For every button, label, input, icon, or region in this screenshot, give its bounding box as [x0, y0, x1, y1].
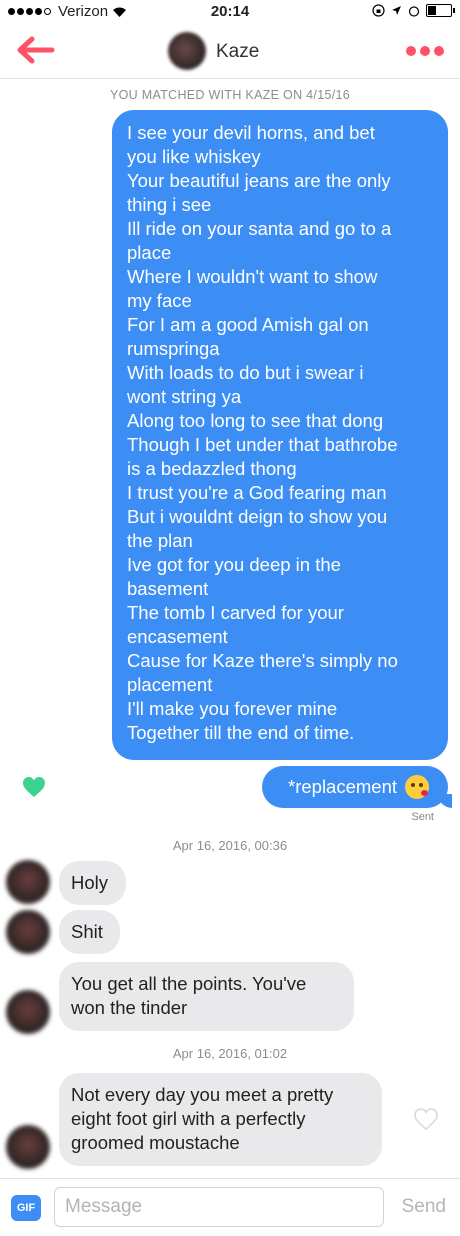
- send-button[interactable]: Send: [402, 1196, 446, 1218]
- message-line: wont string ya: [127, 386, 242, 407]
- message-line: encasement: [127, 626, 228, 647]
- contact-avatar[interactable]: [168, 32, 206, 70]
- message-line: Your beautiful jeans are the only: [127, 170, 391, 191]
- message-text: Holy: [71, 872, 109, 893]
- contact-avatar-small[interactable]: [6, 1125, 50, 1169]
- message-line: eight foot girl with a perfectly: [71, 1108, 306, 1129]
- message-line: Cause for Kaze there's simply no: [127, 650, 398, 671]
- like-heart-outline-icon[interactable]: [413, 1107, 439, 1131]
- message-line: my face: [127, 290, 192, 311]
- message-line: you like whiskey: [127, 146, 261, 167]
- contact-avatar-small[interactable]: [6, 910, 50, 954]
- message-line: You get all the points. You've: [71, 973, 307, 994]
- incoming-message[interactable]: Holy: [59, 861, 126, 905]
- message-line: thing i see: [127, 194, 212, 215]
- message-line: is a bedazzled thong: [127, 458, 297, 479]
- message-line: With loads to do but i swear i: [127, 362, 364, 383]
- message-line: groomed moustache: [71, 1132, 240, 1153]
- message-line: I trust you're a God fearing man: [127, 482, 387, 503]
- contact-avatar-small[interactable]: [6, 990, 50, 1034]
- message-line: Where I wouldn't want to show: [127, 266, 378, 287]
- message-text: Shit: [71, 921, 103, 942]
- outgoing-message-correction[interactable]: *replacement: [262, 766, 452, 808]
- message-line: won the tinder: [71, 997, 188, 1018]
- message-line: Though I bet under that bathrobe: [127, 434, 398, 455]
- match-banner: YOU MATCHED WITH KAZE ON 4/15/16: [110, 88, 350, 102]
- status-icons: [372, 4, 455, 17]
- timestamp: Apr 16, 2016, 00:36: [172, 838, 288, 853]
- contact-avatar-small[interactable]: [6, 860, 50, 904]
- rotation-lock-icon: [372, 4, 385, 17]
- message-line: rumspringa: [127, 338, 220, 359]
- gif-button[interactable]: GIF: [11, 1195, 41, 1221]
- message-line: For I am a good Amish gal on: [127, 314, 369, 335]
- message-text: *replacement: [288, 776, 398, 797]
- message-line: Ill ride on your santa and go to a: [127, 218, 392, 239]
- incoming-message[interactable]: Not every day you meet a pretty eight fo…: [59, 1073, 382, 1166]
- message-line: placement: [127, 674, 213, 695]
- message-line: I'll make you forever mine: [127, 698, 338, 719]
- timestamp: Apr 16, 2016, 01:02: [172, 1046, 288, 1061]
- message-composer: GIF Send: [0, 1178, 460, 1236]
- sent-status: Sent: [411, 811, 434, 823]
- message-line: Ive got for you deep in the: [127, 554, 341, 575]
- message-input[interactable]: [54, 1187, 384, 1227]
- incoming-message[interactable]: You get all the points. You've won the t…: [59, 962, 354, 1031]
- location-icon: [392, 6, 401, 15]
- outgoing-message-poem[interactable]: I see your devil horns, and bet you like …: [112, 110, 448, 760]
- message-line: But i wouldnt deign to show you: [127, 506, 388, 527]
- message-line: The tomb I carved for your: [127, 602, 344, 623]
- incoming-message[interactable]: Shit: [59, 910, 120, 954]
- kiss-wink-emoji-icon: [405, 775, 430, 799]
- message-line: Together till the end of time.: [127, 722, 355, 743]
- back-arrow-icon[interactable]: [16, 36, 56, 64]
- alarm-icon: [408, 5, 420, 17]
- message-line: I see your devil horns, and bet: [127, 122, 375, 143]
- battery-icon: [426, 4, 455, 17]
- contact-name[interactable]: Kaze: [216, 41, 259, 63]
- message-line: the plan: [127, 530, 193, 551]
- like-heart-icon[interactable]: [22, 776, 46, 798]
- message-line: Along too long to see that dong: [127, 410, 384, 431]
- chat-header: Kaze: [0, 24, 460, 79]
- status-bar: Verizon 20:14: [0, 0, 460, 24]
- message-line: place: [127, 242, 172, 263]
- message-line: Not every day you meet a pretty: [71, 1084, 334, 1105]
- more-options-icon[interactable]: [406, 46, 444, 56]
- message-line: basement: [127, 578, 209, 599]
